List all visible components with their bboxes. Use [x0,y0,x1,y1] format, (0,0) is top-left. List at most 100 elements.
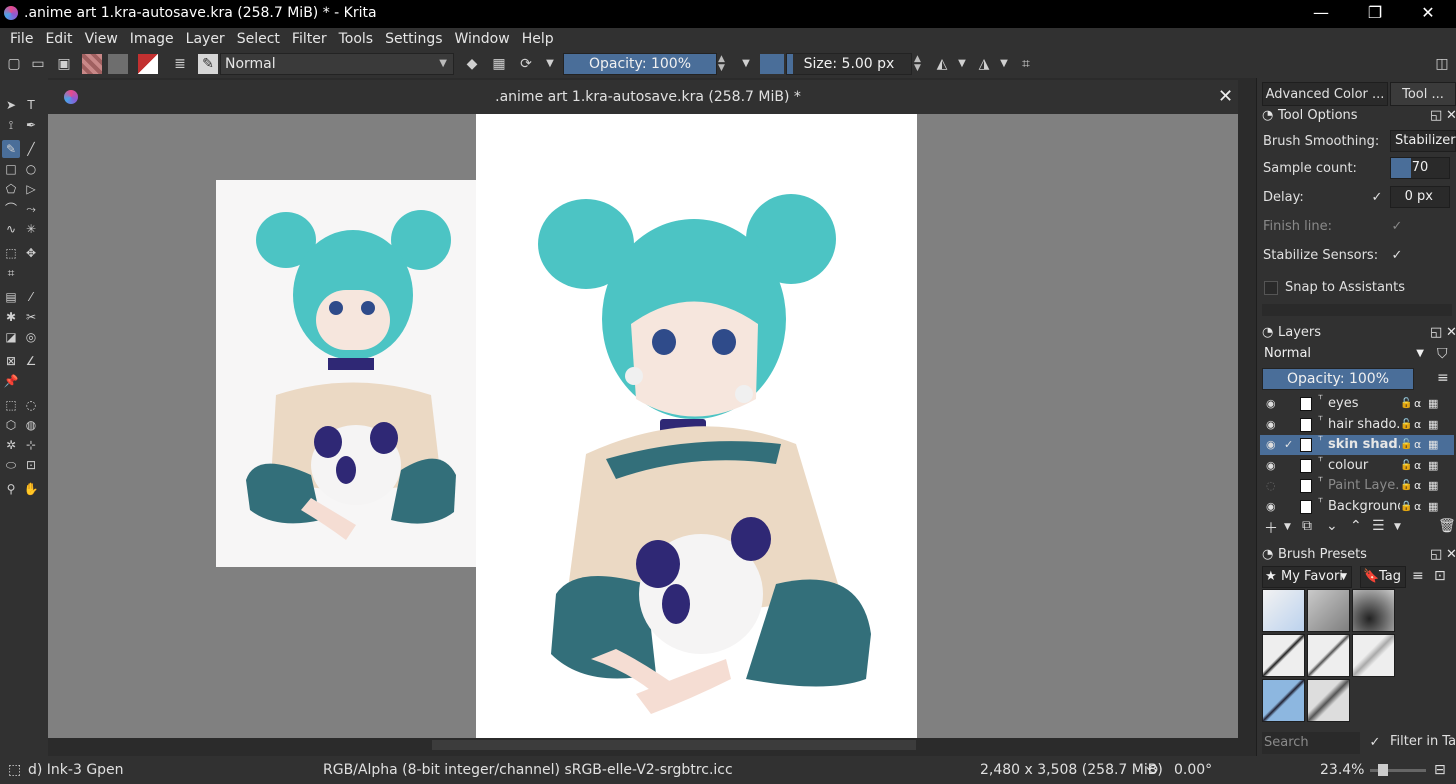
fg-bg-color-icon[interactable] [138,54,158,74]
move-layer-up-icon[interactable]: ⌃ [1350,518,1362,534]
import-preset-icon[interactable]: ⊡ [1434,568,1446,584]
menu-settings[interactable]: Settings [379,31,448,47]
inherit-alpha-icon[interactable]: ▦ [1428,497,1438,517]
blend-mode-select[interactable]: Normal ▼ [220,53,454,75]
assistant-tool-icon[interactable]: ⊠ [2,352,20,370]
chevron-down-icon[interactable]: ▼ [540,54,560,74]
layer-row[interactable]: ◉⸆hair shado...🔓α▦ [1260,415,1454,435]
menu-icon[interactable]: ≡ [1437,370,1449,386]
add-layer-icon[interactable]: ＋ [1264,518,1278,538]
opacity-slider[interactable]: Opacity: 100% [563,53,717,75]
menu-filter[interactable]: Filter [286,31,333,47]
preset-search-input[interactable]: Search [1262,732,1360,754]
new-document-icon[interactable]: ▢ [4,54,24,74]
layer-blend-mode-select[interactable]: Normal ▼ [1262,344,1428,366]
brush-preset-soft-eraser[interactable] [1307,589,1350,632]
delay-spinbox[interactable]: 0 px [1390,186,1450,208]
menu-window[interactable]: Window [449,31,516,47]
color-swatch-icon[interactable] [760,54,784,74]
crop-tool-icon[interactable]: ⌗ [2,264,20,282]
close-document-icon[interactable]: ✕ [1218,86,1233,107]
snap-to-assistants-checkbox[interactable] [1264,281,1278,295]
polygon-tool-icon[interactable]: ⬠ [2,180,20,198]
selection-icon[interactable]: ⬚ [8,762,21,778]
eye-icon[interactable]: ◉ [1266,497,1276,517]
layer-row[interactable]: ◉ ⸆ colour 🔓 α ▦ [1260,456,1454,476]
reload-preset-icon[interactable]: ⟳ [516,54,536,74]
contiguous-select-icon[interactable]: ✲ [2,436,20,454]
color-picker-icon[interactable]: ⁄ [22,288,40,306]
brush-settings-icon[interactable]: ≣ [170,54,190,74]
select-shapes-icon[interactable]: ➤ [2,96,20,114]
tag-filter-select[interactable]: ★ My Favori ▼ [1262,566,1352,588]
inherit-alpha-icon[interactable]: ▦ [1428,476,1438,496]
menu-layer[interactable]: Layer [180,31,231,47]
close-panel-icon[interactable]: ✕ [1446,545,1456,565]
eye-icon[interactable]: ◉ [1266,415,1276,435]
filter-icon[interactable]: ⛉ [1437,346,1448,362]
brush-smoothing-select[interactable]: Stabilizer [1390,130,1456,152]
freehand-path-icon[interactable]: ⤳ [22,200,40,218]
layer-row[interactable]: ◉✓⸆skin shad...🔓α▦ [1260,435,1454,456]
float-panel-icon[interactable]: ◱ [1430,545,1442,565]
bezier-select-icon[interactable]: ⬭ [2,456,20,474]
panel-layout-icon[interactable]: ◫ [1432,54,1452,74]
brush-preset-eraser[interactable] [1262,589,1305,632]
freehand-brush-icon[interactable]: ✎ [2,140,20,158]
chevron-down-icon[interactable]: ▼ [952,54,972,74]
eye-icon[interactable]: ◉ [1266,456,1276,476]
image-size[interactable]: 2,480 x 3,508 (258.7 MiB) [980,762,1163,778]
mirror-horizontal-icon[interactable]: ◭ [932,54,952,74]
measure-tool-icon[interactable]: ∠ [22,352,40,370]
float-panel-icon[interactable]: ◱ [1430,106,1442,126]
brush-preset-gpen[interactable] [1262,679,1305,722]
save-document-icon[interactable]: ▣ [54,54,74,74]
fill-contiguous-icon[interactable]: ◎ [22,328,40,346]
chevron-down-icon[interactable]: ▼ [1284,522,1291,532]
line-tool-icon[interactable]: ╱ [22,140,40,158]
vertical-scrollbar[interactable] [1238,114,1252,738]
zoom-slider[interactable] [1370,764,1426,776]
rotation-icon[interactable]: ⟲ [1146,762,1158,778]
alpha-lock-icon[interactable]: α [1414,456,1421,476]
alpha-lock-icon[interactable]: α [1414,476,1421,496]
mirror-vertical-icon[interactable]: ◮ [974,54,994,74]
layer-properties-icon[interactable]: ☰ [1372,518,1385,534]
menu-select[interactable]: Select [231,31,286,47]
layer-row[interactable]: ◌ ⸆ Paint Laye... 🔓 α ▦ [1260,476,1454,496]
layer-row[interactable]: ◉ ⸆ Background 🔒 α ▦ [1260,497,1454,517]
reference-image[interactable] [216,180,489,567]
filter-in-tag-checkbox[interactable]: ✓ [1368,736,1382,750]
delete-layer-icon[interactable]: 🗑 [1438,518,1456,534]
fit-view-icon[interactable]: ⊟ [1434,762,1446,778]
inherit-alpha-icon[interactable]: ▦ [1428,415,1438,435]
duplicate-layer-icon[interactable]: ⧉ [1302,518,1312,534]
menu-help[interactable]: Help [516,31,560,47]
tab-tool-options[interactable]: Tool ... [1390,82,1456,106]
horizontal-scrollbar[interactable] [48,738,1238,752]
close-panel-icon[interactable]: ✕ [1446,106,1456,126]
float-panel-icon[interactable]: ◱ [1430,323,1442,343]
eye-hidden-icon[interactable]: ◌ [1266,476,1276,496]
chevron-down-icon[interactable]: ▼ [736,54,756,74]
edit-shapes-icon[interactable]: ⟟ [2,116,20,134]
eye-icon[interactable]: ◉ [1266,394,1276,414]
finish-line-checkbox[interactable]: ✓ [1390,220,1404,234]
bezier-tool-icon[interactable]: ⌒ [2,200,20,218]
preserve-alpha-icon[interactable]: ▦ [489,54,509,74]
size-slider[interactable]: Size: 5.00 px [786,53,912,75]
brush-preset-airbrush[interactable] [1352,589,1395,632]
horizontal-scroll-thumb[interactable] [432,740,916,750]
ellipse-select-icon[interactable]: ◌ [22,396,40,414]
gradient-swatch-icon[interactable] [82,54,102,74]
smart-patch-icon[interactable]: ✂ [22,308,40,326]
brush-preset-icon[interactable]: ✎ [198,54,218,74]
chevron-down-icon[interactable]: ▼ [994,54,1014,74]
layer-select-checkbox[interactable]: ✓ [1284,435,1293,455]
transform-tool-icon[interactable]: ⬚ [2,244,20,262]
tag-button[interactable]: 🔖 Tag [1360,566,1406,588]
fill-tool-icon[interactable]: ◪ [2,328,20,346]
dynamic-brush-icon[interactable]: ∿ [2,220,20,238]
rectangle-tool-icon[interactable]: □ [2,160,20,178]
open-document-icon[interactable]: ▭ [28,54,48,74]
